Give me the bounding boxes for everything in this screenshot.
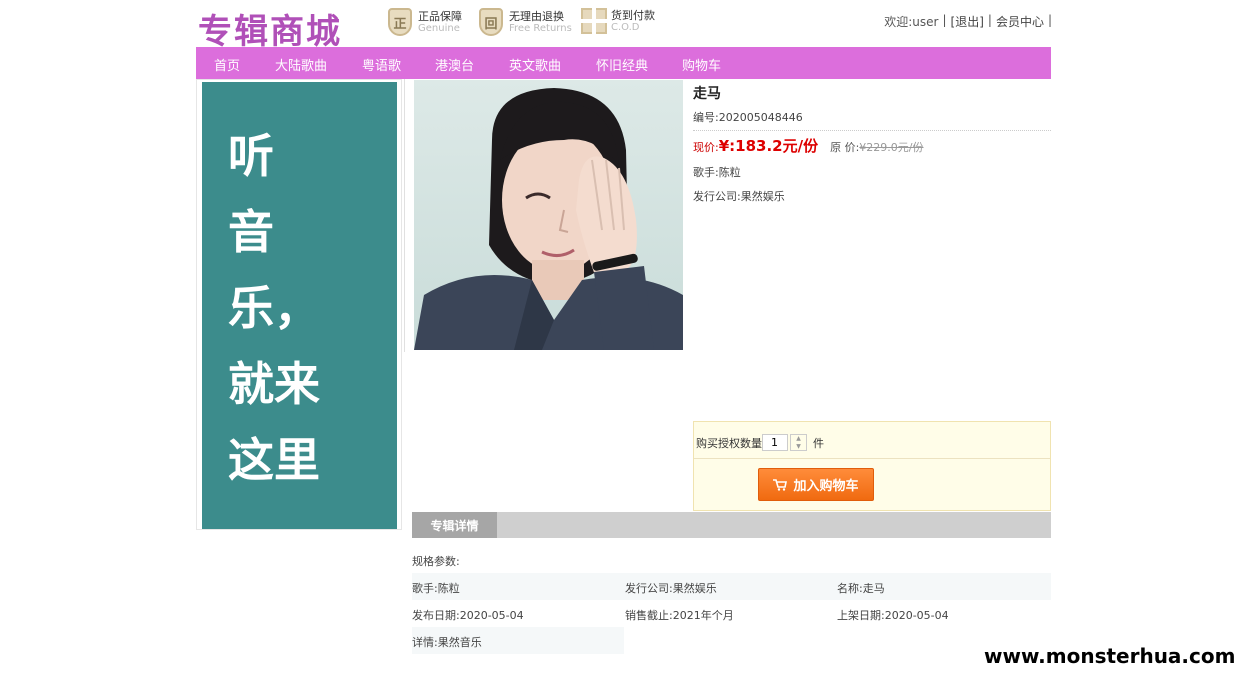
product-title: 走马 [693, 86, 721, 102]
quantity-input[interactable] [762, 434, 788, 451]
main-nav: 首页 大陆歌曲 粤语歌 港澳台 英文歌曲 怀旧经典 购物车 [196, 47, 1051, 79]
divider: | [942, 13, 947, 27]
nav-mainland[interactable]: 大陆歌曲 [275, 55, 327, 74]
nav-hk-macau-tw[interactable]: 港澳台 [435, 55, 474, 74]
quantity-row: 购买授权数量 ▲ ▼ 件 [696, 434, 824, 451]
badge-title: 正品保障 [418, 9, 462, 23]
divider: | [1047, 13, 1052, 27]
banner-line: 音 [228, 205, 274, 259]
logout-link[interactable]: [退出] [951, 13, 984, 30]
divider [694, 458, 1050, 459]
product-info: 走马 编号:202005048446 现价: ¥:183.2元/份 原 价: ¥… [693, 80, 1051, 204]
banner-line: 乐， [228, 281, 320, 335]
badge-cod: 货到付款 C.O.D [581, 8, 655, 34]
price-row: 现价: ¥:183.2元/份 原 价: ¥229.0元/份 [693, 135, 1051, 156]
original-price: ¥229.0元/份 [859, 141, 924, 154]
spec-cell: 发行公司:果然娱乐 [625, 582, 717, 595]
quantity-label: 购买授权数量 [696, 436, 762, 450]
divider: | [987, 13, 992, 27]
table-row: 歌手:陈粒 发行公司:果然娱乐 名称:走马 [412, 573, 1051, 600]
badge-subtitle: C.O.D [611, 21, 640, 33]
member-center-link[interactable]: 会员中心 [996, 13, 1044, 30]
gift-box-icon [581, 8, 607, 34]
product-code: 编号:202005048446 [693, 109, 1051, 131]
site-logo[interactable]: 专辑商城 [198, 4, 342, 53]
quantity-unit: 件 [813, 436, 824, 450]
spec-cell: 上架日期:2020-05-04 [837, 609, 949, 622]
shield-return-icon: 回 [479, 8, 503, 36]
spec-cell: 歌手:陈粒 [412, 582, 460, 595]
buy-box: 购买授权数量 ▲ ▼ 件 加入购物车 [693, 421, 1051, 511]
add-to-cart-label: 加入购物车 [793, 479, 859, 494]
stepper-down-icon[interactable]: ▼ [791, 443, 806, 451]
welcome-text: 欢迎:user [884, 15, 939, 29]
user-bar: 欢迎:user | [退出] | 会员中心 | [884, 13, 1052, 30]
watermark: www.monsterhua.com [984, 644, 1236, 668]
album-cover-portrait [414, 88, 683, 350]
add-to-cart-button[interactable]: 加入购物车 [758, 468, 874, 501]
badge-title: 货到付款 [611, 8, 655, 22]
singer: 歌手:陈粒 [693, 166, 741, 179]
nav-cart[interactable]: 购物车 [682, 55, 721, 74]
badge-returns: 回 无理由退换 Free Returns [479, 8, 572, 36]
current-price: ¥:183.2元/份 [718, 137, 819, 155]
spec-cell: 销售截止:2021年个月 [625, 609, 734, 622]
badge-subtitle: Free Returns [509, 22, 572, 34]
tab-album-details[interactable]: 专辑详情 [412, 512, 497, 538]
spec-title: 规格参数: [412, 555, 460, 568]
spec-description: 详情:果然音乐 [412, 627, 624, 654]
shield-genuine-icon: 正 [388, 8, 412, 36]
banner-line: 就来 [228, 357, 320, 411]
stepper-up-icon[interactable]: ▲ [791, 435, 806, 443]
nav-home[interactable]: 首页 [214, 55, 240, 74]
detail-tabbar: 专辑详情 [412, 512, 1051, 538]
banner-line: 听 [228, 129, 274, 183]
original-price-label: 原 价: [830, 141, 860, 154]
badge-genuine: 正 正品保障 Genuine [388, 8, 462, 36]
spec-cell: 名称:走马 [837, 582, 885, 595]
cart-icon [773, 478, 788, 491]
nav-cantonese[interactable]: 粤语歌 [362, 55, 401, 74]
table-row: 发布日期:2020-05-04 销售截止:2021年个月 上架日期:2020-0… [412, 600, 1051, 627]
nav-classic[interactable]: 怀旧经典 [596, 55, 648, 74]
badge-title: 无理由退换 [509, 9, 564, 23]
badge-subtitle: Genuine [418, 22, 460, 34]
product-image [414, 80, 683, 350]
spec-cell: 发布日期:2020-05-04 [412, 609, 524, 622]
price-label: 现价: [693, 141, 719, 154]
side-banner[interactable]: 听 音 乐， 就来 这里 [202, 82, 397, 529]
quantity-stepper[interactable]: ▲ ▼ [790, 434, 807, 451]
nav-english[interactable]: 英文歌曲 [509, 55, 561, 74]
banner-line: 这里 [228, 433, 320, 487]
publisher: 发行公司:果然娱乐 [693, 190, 785, 203]
